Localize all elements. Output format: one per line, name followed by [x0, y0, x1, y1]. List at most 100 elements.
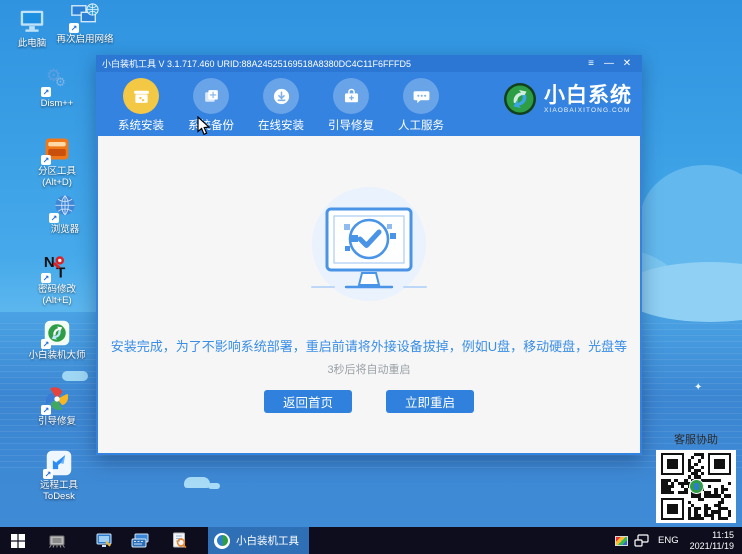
nav-item-system-backup[interactable]: 系统备份 [176, 78, 246, 133]
taskbar-display-tool[interactable] [90, 527, 120, 554]
taskbar-chip-tool[interactable] [42, 527, 72, 554]
nav-item-online-install[interactable]: 在线安装 [246, 78, 316, 133]
taskbar-osk-tool[interactable] [126, 527, 156, 554]
close-button[interactable]: ✕ [618, 55, 636, 72]
completion-message: 安装完成，为了不影响系统部署，重启前请将外接设备拔掉，例如U盘，移动硬盘，光盘等 [110, 339, 628, 354]
desktop-icon-todesk[interactable]: ↗ 远程工具 ToDesk [27, 448, 91, 502]
brand-logo: 小白系统 XIAOBAIXITONG.COM [502, 81, 632, 117]
nav-label: 系统备份 [188, 120, 234, 132]
xiaobai-logo-icon: ↗ [41, 318, 72, 349]
cloud [62, 371, 88, 381]
icon-label: 密码修改 [37, 284, 76, 295]
shortcut-arrow-icon: ↗ [41, 273, 51, 283]
shortcut-arrow-icon: ↗ [49, 213, 59, 223]
system-tray: ENG 11:15 2021/11/19 [611, 527, 742, 554]
mouse-cursor [197, 116, 211, 136]
toolbox-icon [333, 78, 369, 114]
desktop-icon-dism[interactable]: ⚙ ⚙ ↗ Dism++ [25, 66, 89, 109]
success-monitor-illustration [311, 187, 427, 301]
icon-label: 此电脑 [17, 38, 47, 49]
keyboard-icon [131, 533, 149, 548]
desktop-icon-browser[interactable]: ↗ 浏览器 [33, 192, 97, 235]
pinwheel-icon: ↗ [41, 384, 72, 415]
tray-date: 2021/11/19 [689, 540, 734, 551]
desktop: ✦ ✦ 此电脑 ↗ 再次启用网络 ⚙⚙ ↗ Dism++ ↗ 分区工具 (Alt… [0, 0, 742, 554]
icon-label: Dism++ [40, 98, 74, 109]
desktop-icon-enable-network[interactable]: ↗ 再次启用网络 [53, 2, 117, 45]
restart-now-button[interactable]: 立即重启 [386, 390, 474, 413]
nav-label: 在线安装 [258, 120, 304, 132]
shortcut-arrow-icon: ↗ [69, 23, 79, 33]
icon-label: 引导修复 [37, 416, 76, 427]
partition-tool-icon: ↗ [41, 134, 72, 165]
nav-label: 引导修复 [328, 120, 374, 132]
desktop-icon-boot-repair[interactable]: ↗ 引导修复 [25, 384, 89, 427]
globe-icon: ↗ [49, 192, 80, 223]
tray-display-color-icon[interactable] [611, 527, 631, 554]
chat-bubble-icon [403, 78, 439, 114]
xiaobai-logo-icon [504, 83, 536, 115]
desktop-icon-password-reset[interactable]: NT ↗ 密码修改 (Alt+E) [25, 252, 89, 306]
shortcut-arrow-icon: ↗ [41, 87, 51, 97]
start-button[interactable] [0, 527, 36, 554]
back-home-button[interactable]: 返回首页 [264, 390, 352, 413]
monitor-icon [17, 6, 47, 36]
shortcut-arrow-icon: ↗ [41, 155, 51, 165]
customer-service-qr [656, 450, 736, 523]
magnifier-doc-icon [172, 532, 186, 549]
window-navbar: 系统安装 系统备份 在线安装 引导修复 人工服务 小白系统 XIAOBAIXIT… [96, 72, 642, 136]
brand-title: 小白系统 [544, 83, 632, 107]
svg-text:N: N [44, 254, 55, 271]
display-settings-icon [96, 533, 112, 547]
icon-sublabel: ToDesk [43, 491, 75, 502]
icon-sublabel: (Alt+E) [42, 295, 72, 306]
taskbar: 小白装机工具 ENG 11:15 2021/11/19 [0, 527, 742, 554]
network-icon: ↗ [69, 2, 100, 33]
nav-item-boot-repair[interactable]: 引导修复 [316, 78, 386, 133]
cloud [184, 477, 210, 488]
shortcut-arrow-icon: ↗ [41, 339, 51, 349]
todesk-icon: ↗ [43, 448, 74, 479]
shortcut-arrow-icon: ↗ [43, 469, 53, 479]
tray-language[interactable]: ENG [651, 535, 686, 546]
qr-center-logo-icon [689, 479, 704, 494]
qr-panel-label: 客服协助 [674, 434, 718, 446]
gears-icon: ⚙ ⚙ ↗ [41, 66, 66, 97]
icon-label: 再次启用网络 [56, 34, 114, 45]
cloud [208, 483, 220, 489]
install-box-icon [123, 78, 159, 114]
sparkle: ✦ [694, 382, 703, 393]
nav-label: 人工服务 [398, 120, 444, 132]
tray-clock[interactable]: 11:15 2021/11/19 [686, 530, 742, 551]
nav-item-human-service[interactable]: 人工服务 [386, 78, 456, 133]
xiaobai-app-icon [214, 532, 230, 549]
desktop-icon-xiaobai-master[interactable]: ↗ 小白装机大师 [25, 318, 89, 361]
desktop-icon-partition-tool[interactable]: ↗ 分区工具 (Alt+D) [25, 134, 89, 188]
icon-label: 小白装机大师 [28, 350, 86, 361]
xiaobai-tool-window: 小白装机工具 V 3.1.717.460 URID:88A24525169518… [96, 55, 642, 455]
nav-label: 系统安装 [118, 120, 164, 132]
icon-label: 远程工具 [39, 480, 78, 491]
icon-label: 分区工具 [37, 166, 76, 177]
icon-sublabel: (Alt+D) [42, 177, 72, 188]
window-title: 小白装机工具 V 3.1.717.460 URID:88A24525169518… [102, 59, 411, 69]
chip-icon [49, 535, 65, 548]
menu-button[interactable]: ≡ [582, 55, 600, 72]
download-icon [263, 78, 299, 114]
nav-item-system-install[interactable]: 系统安装 [106, 78, 176, 133]
tray-network-icon[interactable] [631, 527, 651, 554]
taskbar-search-tool[interactable] [164, 527, 194, 554]
backup-copies-icon [193, 78, 229, 114]
brand-text: 小白系统 XIAOBAIXITONG.COM [544, 83, 632, 114]
tray-time: 11:15 [712, 530, 734, 540]
shortcut-arrow-icon: ↗ [41, 405, 51, 415]
minimize-button[interactable]: — [600, 55, 618, 72]
restart-countdown: 3秒后将自动重启 [327, 364, 411, 376]
window-content: 安装完成，为了不影响系统部署，重启前请将外接设备拔掉，例如U盘，移动硬盘，光盘等… [98, 136, 640, 453]
icon-label: 浏览器 [50, 224, 80, 235]
nt-password-icon: NT ↗ [41, 252, 72, 283]
taskbar-active-app[interactable]: 小白装机工具 [208, 527, 309, 554]
windows-logo-icon [11, 533, 25, 548]
active-app-label: 小白装机工具 [236, 535, 299, 547]
action-buttons: 返回首页 立即重启 [264, 390, 474, 413]
